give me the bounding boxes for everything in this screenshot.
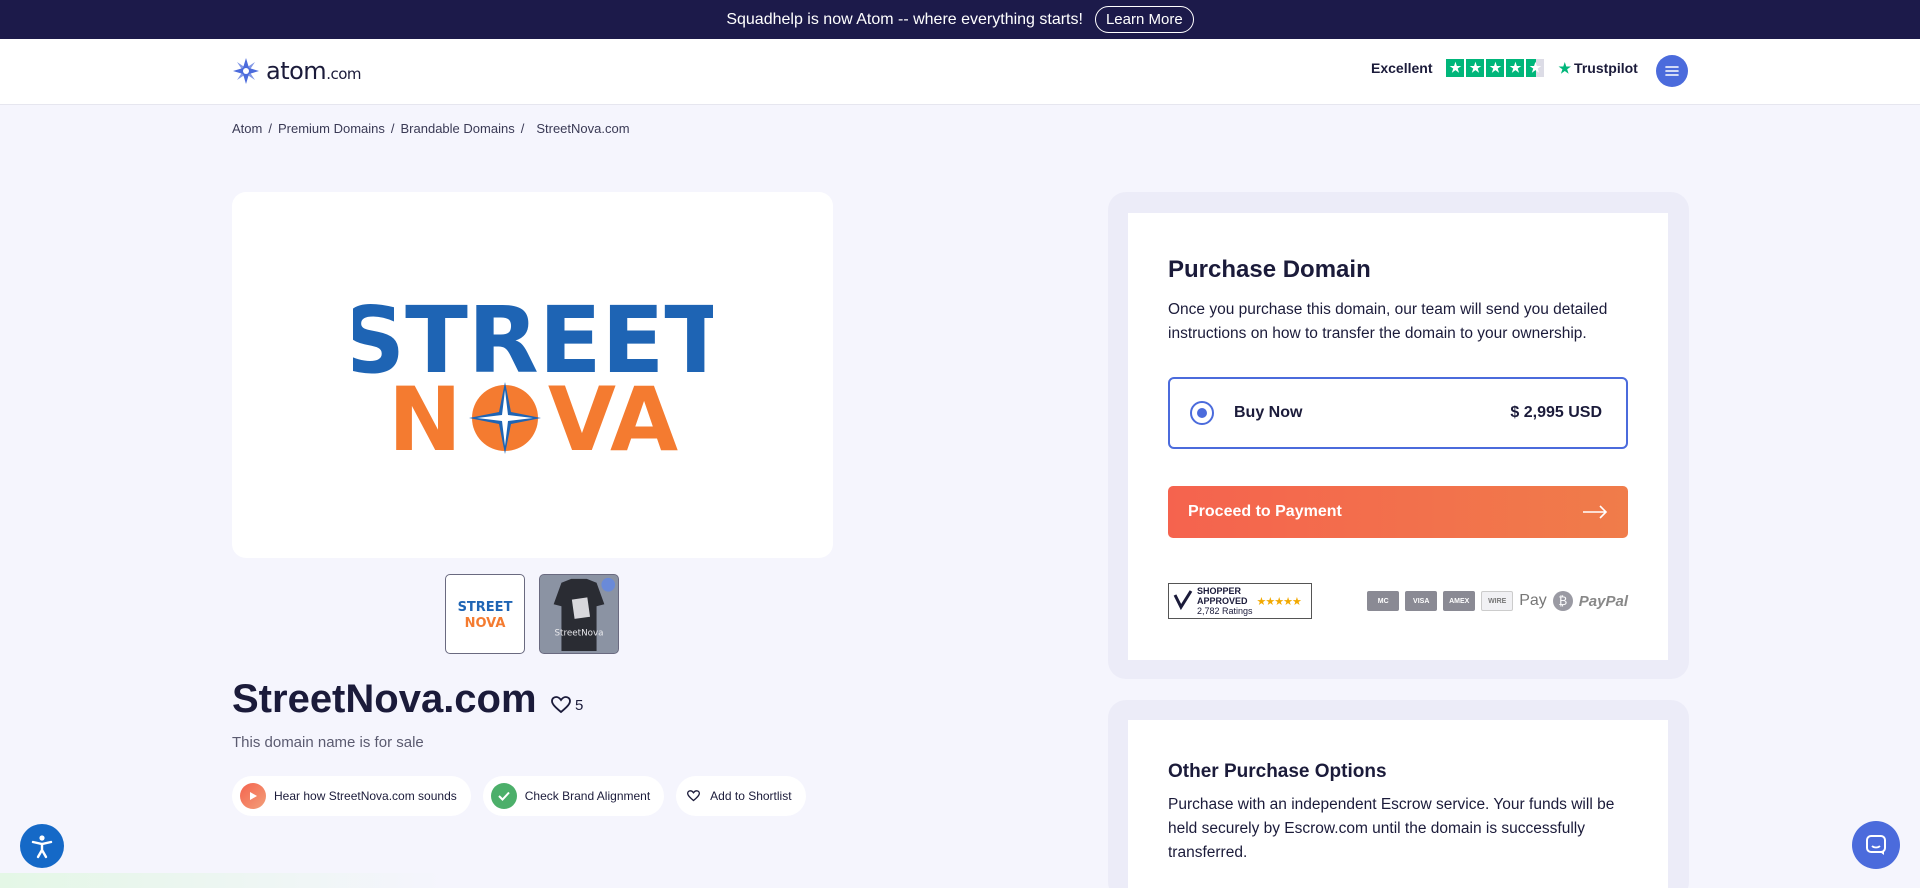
thumbnail-mockup[interactable]: StreetNova xyxy=(539,574,619,654)
footer-gradient-strip xyxy=(0,873,1108,888)
menu-button[interactable] xyxy=(1656,55,1688,87)
atom-logo[interactable]: atom.com xyxy=(232,57,361,85)
shopper-ratings-count: 2,782 Ratings xyxy=(1197,606,1253,616)
payment-methods: MC VISA AMEX WIRE Pay ₿ PayPal xyxy=(1367,591,1628,611)
logo-wordmark: atom.com xyxy=(266,57,361,85)
thumbnail-strip: STREET NOVA StreetNova xyxy=(445,574,619,654)
hear-pronunciation-button[interactable]: Hear how StreetNova.com sounds xyxy=(232,776,471,816)
check-label: Check Brand Alignment xyxy=(524,789,651,803)
star-half-icon: ★ xyxy=(1526,59,1545,77)
shopper-approved-badge[interactable]: SHOPPER APPROVED 2,782 Ratings ★★★★★ xyxy=(1168,583,1312,619)
site-header: atom.com Excellent ★ ★ ★ ★ ★ ★ Trustpilot xyxy=(0,39,1920,105)
chat-button[interactable] xyxy=(1852,821,1900,869)
apple-pay-icon: Pay xyxy=(1519,592,1547,609)
for-sale-text: This domain name is for sale xyxy=(232,734,424,751)
breadcrumb-current: StreetNova.com xyxy=(536,121,630,136)
accessibility-icon xyxy=(31,835,53,859)
rating-label: Excellent xyxy=(1371,60,1433,76)
hear-label: Hear how StreetNova.com sounds xyxy=(274,789,457,803)
trustpilot-star-icon: ★ xyxy=(1558,59,1572,76)
buy-now-radio[interactable] xyxy=(1190,401,1214,425)
hamburger-icon xyxy=(1665,66,1679,76)
star-icon: ★ xyxy=(1486,59,1505,77)
chat-icon xyxy=(1866,835,1886,855)
arrow-right-icon xyxy=(1583,505,1608,519)
proceed-to-payment-button[interactable]: Proceed to Payment xyxy=(1168,486,1628,538)
domain-title: StreetNova.com xyxy=(232,677,537,721)
other-options-panel: Other Purchase Options Purchase with an … xyxy=(1128,720,1668,888)
shortlist-label: Add to Shortlist xyxy=(710,789,792,803)
logo-text-va: VA xyxy=(547,368,677,460)
trust-badges: SHOPPER APPROVED 2,782 Ratings ★★★★★ MC V… xyxy=(1168,583,1628,619)
star-icon: ★ xyxy=(1446,59,1465,77)
rating-stars: ★ ★ ★ ★ ★ xyxy=(1446,59,1545,77)
accessibility-button[interactable] xyxy=(20,824,64,868)
announcement-text: Squadhelp is now Atom -- where everythin… xyxy=(726,10,1083,28)
trustpilot-rating[interactable]: Excellent ★ ★ ★ ★ ★ ★ Trustpilot xyxy=(1371,59,1638,77)
add-to-shortlist-button[interactable]: Add to Shortlist xyxy=(676,776,806,816)
domain-logo-card[interactable]: STREET N VA xyxy=(232,192,833,558)
mockup-label: StreetNova xyxy=(554,628,603,638)
breadcrumb: Atom / Premium Domains / Brandable Domai… xyxy=(232,121,630,136)
paypal-icon: PayPal xyxy=(1578,592,1628,610)
breadcrumb-premium-domains[interactable]: Premium Domains xyxy=(278,121,385,136)
action-pills: Hear how StreetNova.com sounds Check Bra… xyxy=(232,776,806,816)
breadcrumb-separator: / xyxy=(520,121,525,136)
learn-more-button[interactable]: Learn More xyxy=(1094,6,1194,33)
shopper-approved-text: SHOPPER APPROVED xyxy=(1197,586,1248,606)
thumbnail-logo-image: STREET NOVA xyxy=(458,600,513,631)
shopper-stars-icon: ★★★★★ xyxy=(1256,595,1302,608)
tshirt-mockup-image: StreetNova xyxy=(540,575,618,653)
mastercard-icon: MC xyxy=(1367,591,1400,611)
thumbnail-logo-bottom: NOVA xyxy=(465,616,506,631)
amex-icon: AMEX xyxy=(1443,591,1476,611)
breadcrumb-brandable-domains[interactable]: Brandable Domains xyxy=(401,121,515,136)
atom-star-icon xyxy=(233,58,259,84)
breadcrumb-atom[interactable]: Atom xyxy=(232,121,262,136)
other-options-description: Purchase with an independent Escrow serv… xyxy=(1168,796,1615,861)
like-button[interactable]: 5 xyxy=(551,696,583,714)
thumbnail-logo[interactable]: STREET NOVA xyxy=(445,574,525,654)
wire-transfer-icon: WIRE xyxy=(1481,591,1514,611)
announcement-bar: Squadhelp is now Atom -- where everythin… xyxy=(0,0,1920,39)
purchase-description: Once you purchase this domain, our team … xyxy=(1168,301,1608,342)
purchase-title: Purchase Domain xyxy=(1168,256,1371,283)
buy-now-label: Buy Now xyxy=(1234,404,1303,421)
thumbnail-logo-top: STREET xyxy=(458,600,513,615)
shopper-approved-check-icon xyxy=(1173,590,1193,611)
streetnova-logo: STREET N VA xyxy=(353,290,713,460)
play-icon xyxy=(240,783,266,809)
heart-outline-icon xyxy=(684,783,702,809)
heart-icon xyxy=(551,696,571,714)
breadcrumb-separator: / xyxy=(268,121,272,136)
breadcrumb-separator: / xyxy=(390,121,395,136)
bitcoin-icon: ₿ xyxy=(1552,591,1573,611)
trustpilot-logo: ★ Trustpilot xyxy=(1558,59,1638,77)
star-icon: ★ xyxy=(1506,59,1525,77)
proceed-label: Proceed to Payment xyxy=(1188,503,1342,520)
buy-now-option[interactable]: Buy Now $ 2,995 USD xyxy=(1168,377,1628,449)
logo-text-n: N xyxy=(388,368,462,460)
buy-now-price: $ 2,995 USD xyxy=(1510,404,1602,421)
star-icon: ★ xyxy=(1466,59,1485,77)
visa-icon: VISA xyxy=(1405,591,1438,611)
checkmark-icon xyxy=(490,783,517,809)
like-count: 5 xyxy=(575,696,584,714)
purchase-panel: Purchase Domain Once you purchase this d… xyxy=(1128,213,1668,660)
other-options-title: Other Purchase Options xyxy=(1168,761,1387,782)
check-brand-alignment-button[interactable]: Check Brand Alignment xyxy=(482,776,665,816)
